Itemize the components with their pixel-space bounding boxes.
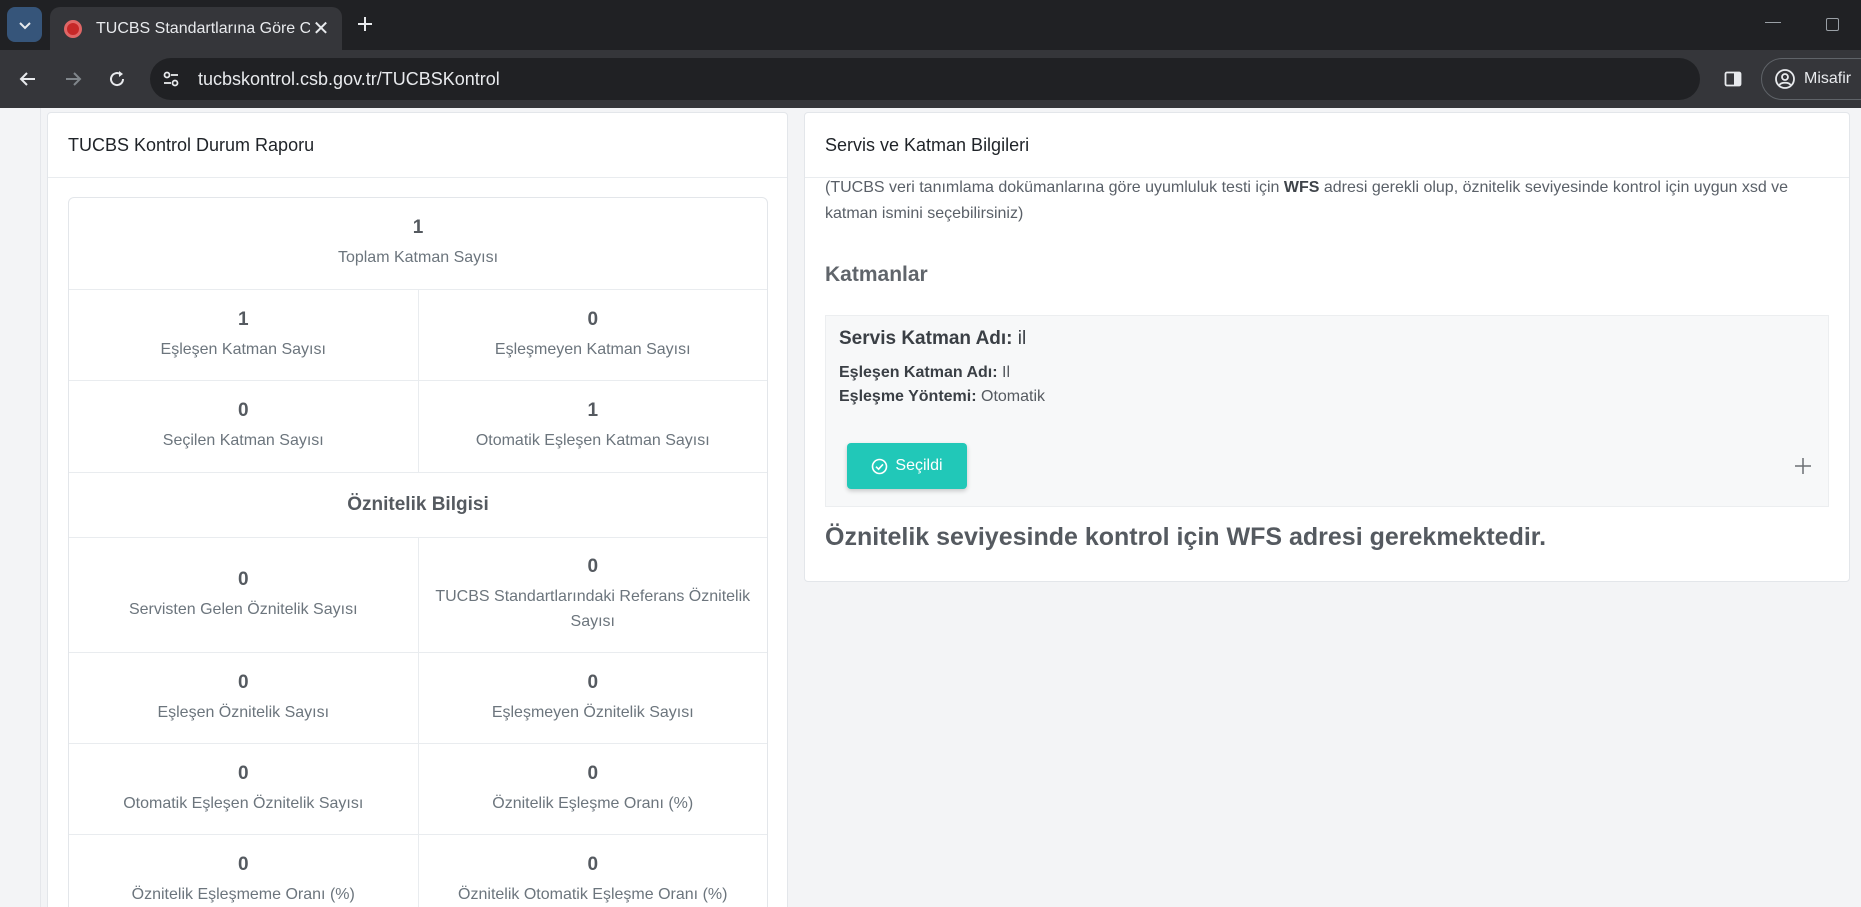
selected-layers-stat: 0 Seçilen Katman Sayısı <box>162 400 324 449</box>
forward-button[interactable] <box>56 62 90 96</box>
matched-layer-name: Eşleşen Katman Adı: Il <box>839 364 1011 381</box>
report-row: 1 Toplam Katman Sayısı <box>69 198 767 290</box>
arrow-left-icon <box>19 72 35 86</box>
user-icon <box>1775 69 1795 89</box>
browser-tab[interactable]: TUCBS Standartlarına Göre Coğ ✕ <box>50 7 342 50</box>
reload-icon <box>110 71 125 87</box>
tab-search-button[interactable] <box>7 7 42 42</box>
address-bar[interactable]: tucbskontrol.csb.gov.tr/TUCBSKontrol <box>150 58 1700 100</box>
report-row: Öznitelik Bilgisi <box>69 473 767 538</box>
close-icon[interactable]: ✕ <box>310 16 332 41</box>
service-card-title: Servis ve Katman Bilgileri <box>805 113 1849 178</box>
service-card: Servis ve Katman Bilgileri (TUCBS veri t… <box>804 112 1850 582</box>
service-attributes-stat: 0 Servisten Gelen Öznitelik Sayısı <box>128 568 358 618</box>
attribute-section-title: Öznitelik Bilgisi <box>347 494 489 515</box>
report-row: 0 Servisten Gelen Öznitelik Sayısı 0 TUC… <box>69 538 767 653</box>
expand-plus-icon[interactable] <box>1788 451 1818 481</box>
report-row: 1 Eşleşen Katman Sayısı 0 Eşleşmeyen Kat… <box>69 290 767 381</box>
service-description: (TUCBS veri tanımlama dokümanlarına göre… <box>825 179 1789 222</box>
tab-title: TUCBS Standartlarına Göre Coğ <box>96 19 310 37</box>
check-circle-icon <box>872 458 888 474</box>
layer-item: Servis Katman Adı: il Eşleşen Katman Adı… <box>825 315 1829 507</box>
auto-matched-layers-stat: 1 Otomatik Eşleşen Katman Sayısı <box>417 381 768 472</box>
report-row: 0 Otomatik Eşleşen Öznitelik Sayısı 0 Öz… <box>69 744 767 835</box>
match-method: Eşleşme Yöntemi: Otomatik <box>839 388 1046 405</box>
plus-icon <box>358 17 372 31</box>
browser-tab-bar: TUCBS Standartlarına Göre Coğ ✕ <box>0 0 1861 50</box>
browser-toolbar: tucbskontrol.csb.gov.tr/TUCBSKontrol Mis… <box>0 50 1861 108</box>
unmatched-layers-stat: 0 Eşleşmeyen Katman Sayısı <box>417 290 768 380</box>
arrow-right-icon <box>66 72 82 86</box>
reload-button[interactable] <box>100 62 134 96</box>
chevron-down-icon <box>18 21 31 29</box>
attribute-auto-match-ratio-stat: 0 Öznitelik Otomatik Eşleşme Oranı (%) <box>417 835 768 907</box>
report-row: 0 Eşleşen Öznitelik Sayısı 0 Eşleşmeyen … <box>69 653 767 744</box>
side-panel-button[interactable] <box>1716 62 1750 96</box>
divider <box>40 108 41 907</box>
report-card: TUCBS Kontrol Durum Raporu 1 Toplam Katm… <box>47 112 788 907</box>
matched-attributes-stat: 0 Eşleşen Öznitelik Sayısı <box>157 671 330 721</box>
report-row: 0 Seçilen Katman Sayısı 1 Otomatik Eşleş… <box>69 381 767 473</box>
attribute-mismatch-ratio-stat: 0 Öznitelik Eşleşmeme Oranı (%) <box>131 853 355 903</box>
auto-matched-attributes-stat: 0 Otomatik Eşleşen Öznitelik Sayısı <box>123 762 364 812</box>
back-button[interactable] <box>11 62 45 96</box>
report-table: 1 Toplam Katman Sayısı 1 Eşleşen Katman … <box>68 197 768 907</box>
url-text[interactable]: tucbskontrol.csb.gov.tr/TUCBSKontrol <box>198 69 500 90</box>
matched-layers-stat: 1 Eşleşen Katman Sayısı <box>160 308 326 358</box>
attribute-match-ratio-stat: 0 Öznitelik Eşleşme Oranı (%) <box>417 744 768 834</box>
report-row: 0 Öznitelik Eşleşmeme Oranı (%) 0 Öznite… <box>69 835 767 907</box>
service-layer-name: Servis Katman Adı: il <box>839 328 1027 349</box>
total-layers-stat: 1 Toplam Katman Sayısı <box>337 217 499 266</box>
wfs-notice: Öznitelik seviyesinde kontrol için WFS a… <box>825 523 1547 551</box>
unmatched-attributes-stat: 0 Eşleşmeyen Öznitelik Sayısı <box>417 653 768 743</box>
layers-heading: Katmanlar <box>825 263 928 286</box>
selected-button[interactable]: Seçildi <box>847 443 967 489</box>
profile-button[interactable]: Misafir <box>1761 58 1861 100</box>
site-favicon-icon <box>64 19 82 38</box>
minimize-icon[interactable] <box>1765 22 1781 23</box>
side-panel-icon <box>1724 71 1742 87</box>
site-settings-icon[interactable] <box>154 62 188 96</box>
profile-label: Misafir <box>1804 70 1852 87</box>
report-card-title: TUCBS Kontrol Durum Raporu <box>48 113 787 178</box>
page-content: TUCBS Kontrol Durum Raporu 1 Toplam Katm… <box>0 108 1861 907</box>
maximize-icon[interactable] <box>1826 18 1839 31</box>
new-tab-button[interactable] <box>349 8 381 40</box>
reference-attributes-stat: 0 TUCBS Standartlarındaki Referans Öznit… <box>417 538 768 652</box>
